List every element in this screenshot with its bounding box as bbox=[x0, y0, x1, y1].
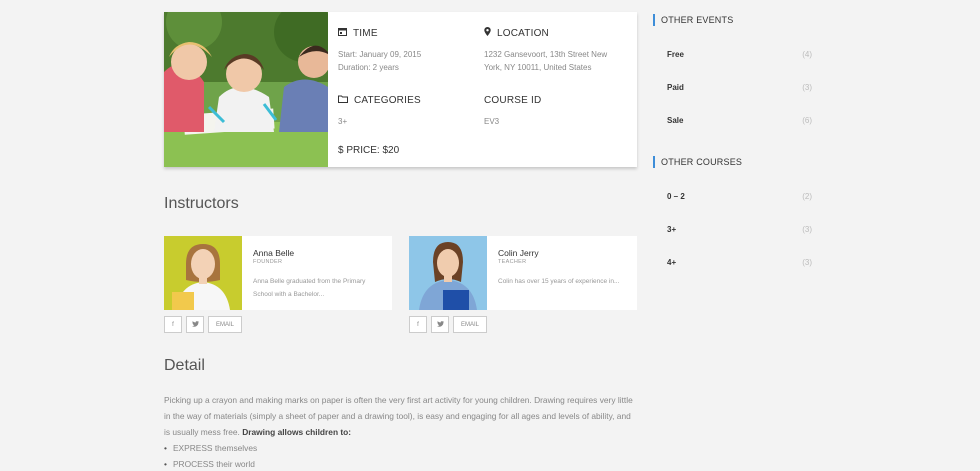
instructor-bio-line: Colin has over 15 years of experience in… bbox=[498, 278, 620, 285]
detail-heading: Detail bbox=[164, 357, 205, 374]
price-label: $ PRICE: bbox=[338, 145, 380, 156]
course-id-title: COURSE ID bbox=[484, 95, 542, 106]
twitter-button[interactable] bbox=[186, 316, 204, 333]
course-id-value: EV3 bbox=[484, 117, 500, 126]
categories-block: CATEGORIES 3+ bbox=[338, 95, 421, 128]
time-title: TIME bbox=[353, 27, 378, 39]
sidebar-item-count: (3) bbox=[802, 258, 812, 267]
facebook-button[interactable]: f bbox=[164, 316, 182, 333]
calendar-icon bbox=[338, 27, 347, 39]
sidebar-item-label: 4+ bbox=[667, 258, 677, 267]
price: $ PRICE: $20 bbox=[338, 145, 399, 156]
course-id-block: COURSE ID EV3 bbox=[484, 95, 541, 128]
folder-icon bbox=[338, 95, 348, 106]
time-heading: TIME bbox=[338, 27, 421, 39]
course-id-heading: COURSE ID bbox=[484, 95, 541, 106]
location-heading: LOCATION bbox=[484, 27, 607, 39]
twitter-button[interactable] bbox=[431, 316, 449, 333]
list-item: EXPRESS themselves bbox=[164, 440, 257, 456]
sidebar-item-4plus[interactable]: 4+ (3) bbox=[667, 258, 812, 267]
sidebar-item-label: Paid bbox=[667, 83, 684, 92]
instructor-name: Anna Belle bbox=[253, 248, 295, 258]
instructor-role: TEACHER bbox=[498, 259, 527, 265]
instructor-bio-line: Anna Belle graduated from the Primary bbox=[253, 278, 366, 285]
sidebar-item-label: Sale bbox=[667, 116, 684, 125]
list-item: PROCESS their world bbox=[164, 456, 257, 471]
categories-heading: CATEGORIES bbox=[338, 95, 421, 106]
start-date: Start: January 09, 2015 bbox=[338, 50, 422, 59]
price-value: $20 bbox=[382, 145, 400, 156]
instructor-bio-line: School with a Bachelor... bbox=[253, 291, 325, 298]
instructor-bio: Colin has over 15 years of experience in… bbox=[498, 275, 630, 288]
instructor-card: Colin Jerry TEACHER Colin has over 15 ye… bbox=[409, 236, 637, 310]
time-block: TIME Start: January 09, 2015 Duration: 2… bbox=[338, 27, 421, 74]
sidebar-item-count: (4) bbox=[802, 50, 812, 59]
sidebar-item-paid[interactable]: Paid (3) bbox=[667, 83, 812, 92]
instructor-avatar bbox=[164, 236, 242, 310]
instructor-name: Colin Jerry bbox=[498, 248, 539, 258]
instructor-role: FOUNDER bbox=[253, 259, 283, 265]
sidebar-item-count: (3) bbox=[802, 225, 812, 234]
sidebar-item-count: (6) bbox=[802, 116, 812, 125]
categories-value: 3+ bbox=[338, 117, 348, 126]
duration: Duration: 2 years bbox=[338, 63, 399, 72]
detail-paragraph: Picking up a crayon and making marks on … bbox=[164, 392, 634, 440]
sidebar-item-sale[interactable]: Sale (6) bbox=[667, 116, 812, 125]
sidebar-item-free[interactable]: Free (4) bbox=[667, 50, 812, 59]
sidebar-item-3plus[interactable]: 3+ (3) bbox=[667, 225, 812, 234]
twitter-icon bbox=[436, 320, 444, 329]
course-info-card: TIME Start: January 09, 2015 Duration: 2… bbox=[164, 12, 637, 167]
sidebar-item-count: (3) bbox=[802, 83, 812, 92]
address-line-1: 1232 Gansevoort, 13th Street New bbox=[484, 50, 608, 59]
facebook-icon: f bbox=[417, 321, 419, 328]
email-button[interactable]: EMAIL bbox=[208, 316, 242, 333]
location-title: LOCATION bbox=[497, 27, 549, 39]
other-events-heading: OTHER EVENTS bbox=[653, 14, 733, 26]
twitter-icon bbox=[191, 320, 199, 329]
facebook-button[interactable]: f bbox=[409, 316, 427, 333]
email-button[interactable]: EMAIL bbox=[453, 316, 487, 333]
sidebar-item-count: (2) bbox=[802, 192, 812, 201]
instructor-avatar bbox=[409, 236, 487, 310]
location-block: LOCATION 1232 Gansevoort, 13th Street Ne… bbox=[484, 27, 607, 74]
instructor-bio: Anna Belle graduated from the Primary Sc… bbox=[253, 275, 385, 301]
course-photo bbox=[164, 12, 328, 167]
sidebar-item-label: 0 – 2 bbox=[667, 192, 685, 201]
instructor-card: Anna Belle FOUNDER Anna Belle graduated … bbox=[164, 236, 392, 310]
sidebar-item-label: 3+ bbox=[667, 225, 677, 234]
instructors-heading: Instructors bbox=[164, 195, 239, 212]
categories-title: CATEGORIES bbox=[354, 95, 421, 106]
map-pin-icon bbox=[484, 27, 491, 39]
detail-body: Picking up a crayon and making marks on … bbox=[164, 395, 633, 437]
sidebar-item-0-2[interactable]: 0 – 2 (2) bbox=[667, 192, 812, 201]
sidebar-item-label: Free bbox=[667, 50, 684, 59]
detail-bold-text: Drawing allows children to: bbox=[242, 427, 352, 437]
other-courses-heading: OTHER COURSES bbox=[653, 156, 742, 168]
facebook-icon: f bbox=[172, 321, 174, 328]
address-line-2: York, NY 10011, United States bbox=[484, 63, 592, 72]
detail-bullet-list: EXPRESS themselves PROCESS their world bbox=[164, 440, 257, 471]
